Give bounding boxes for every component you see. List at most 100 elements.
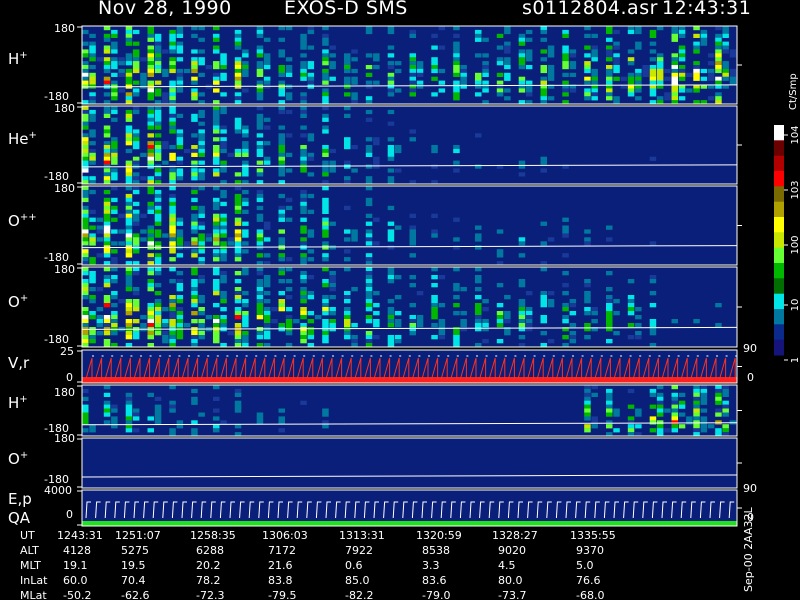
time-row-label: InLat	[20, 574, 48, 587]
panel-label-he-plus: He+	[8, 130, 37, 148]
colorbar-segment	[774, 339, 784, 356]
time-cell: -79.0	[422, 589, 451, 600]
colorbar-segment	[774, 278, 784, 295]
colorbar-tick: 104	[790, 125, 800, 144]
time-cell: 8538	[422, 544, 450, 557]
panel-label-h-plus: H+	[8, 50, 28, 68]
panel-he-plus	[77, 105, 742, 185]
colorbar-segment	[774, 171, 784, 187]
time-cell: 80.0	[498, 574, 523, 587]
colorbar-segment	[774, 140, 784, 157]
ytick: 180	[54, 22, 75, 35]
panel-label-o-plus-2: O+	[8, 450, 29, 468]
time-cell: 9020	[498, 544, 526, 557]
colorbar: Ct/Smp 104 103 100 10 1	[774, 73, 800, 363]
right-tick: 0	[747, 371, 754, 384]
panel-label-h-plus-2: H+	[8, 394, 28, 412]
colorbar-segment	[774, 324, 784, 341]
ytick: 4000	[44, 484, 72, 497]
panel-h-plus	[77, 25, 742, 105]
time-cell: 5.0	[576, 559, 594, 572]
time-cell: 1328:27	[492, 529, 538, 542]
time-cell: 70.4	[121, 574, 146, 587]
time-cell: 83.6	[422, 574, 447, 587]
time-row-label: MLT	[20, 559, 41, 572]
time-cell: 1313:31	[339, 529, 385, 542]
colorbar-tick: 1	[790, 357, 800, 363]
time-cell: -62.6	[121, 589, 150, 600]
colorbar-unit: Ct/Smp	[788, 73, 799, 110]
panel-o-plus-plus	[77, 185, 742, 266]
panel-label-ep: E,p	[8, 490, 32, 508]
time-row-label: ALT	[20, 544, 39, 557]
ytick: 0	[66, 508, 73, 521]
spectrogram-panels	[77, 25, 742, 527]
colorbar-segment	[774, 293, 784, 310]
time-cell: 3.3	[422, 559, 440, 572]
time-cell: -82.2	[345, 589, 374, 600]
spectrogram-display: Nov 28, 1990 EXOS-D SMS s0112804.asr 12:…	[0, 0, 800, 600]
time-cell: 1306:03	[262, 529, 308, 542]
time-cell: 1258:35	[190, 529, 236, 542]
time-cell: 60.0	[63, 574, 88, 587]
colorbar-segment	[774, 309, 784, 325]
ytick: 0	[66, 371, 73, 384]
processing-stamp: Sep-00 2AA32L	[742, 507, 755, 592]
ytick: 180	[54, 182, 75, 195]
panel-label-o-plus: O+	[8, 293, 29, 311]
time-cell: 7172	[268, 544, 296, 557]
time-cell: 5275	[121, 544, 149, 557]
panel-vr	[77, 349, 742, 384]
ytick: 180	[54, 263, 75, 276]
colorbar-segment	[774, 263, 784, 279]
time-cell: 83.8	[268, 574, 293, 587]
panel-label-o-plus-plus: O++	[8, 212, 37, 230]
time-cell: 9370	[576, 544, 604, 557]
time-cell: -73.7	[498, 589, 527, 600]
time-cell: 78.2	[196, 574, 221, 587]
time-cell: 19.5	[121, 559, 146, 572]
colorbar-segment	[774, 232, 784, 249]
time-cell: 76.6	[576, 574, 601, 587]
colorbar-segment	[774, 247, 784, 264]
colorbar-segment	[774, 155, 784, 172]
right-tick: 90	[743, 482, 757, 495]
colorbar-tick: 103	[790, 180, 800, 199]
time-cell: -68.0	[576, 589, 605, 600]
time-cell: 21.6	[268, 559, 293, 572]
colorbar-segment	[774, 217, 784, 233]
panel-label-qa: QA	[8, 509, 31, 527]
panel-h-plus-2	[77, 384, 742, 437]
colorbar-tick: 10	[790, 299, 800, 312]
time-cell: 85.0	[345, 574, 370, 587]
panel-o-plus-2	[77, 437, 742, 489]
time-cell: -72.3	[196, 589, 225, 600]
time-cell: 20.2	[196, 559, 221, 572]
time-cell: 1320:59	[416, 529, 462, 542]
colorbar-tick: 100	[790, 235, 800, 254]
time-row-label: UT	[20, 529, 35, 542]
ytick: 25	[60, 345, 74, 358]
ytick: 180	[54, 432, 75, 445]
time-cell: 0.6	[345, 559, 363, 572]
panel-ep-qa	[77, 489, 742, 527]
time-cell: 4.5	[498, 559, 516, 572]
time-cell: 7922	[345, 544, 373, 557]
time-cell: -50.2	[63, 589, 92, 600]
panel-o-plus	[77, 266, 742, 348]
time-cell: 19.1	[63, 559, 88, 572]
panel-label-vr: V,r	[8, 354, 30, 372]
colorbar-segment	[774, 125, 784, 141]
time-cell: 1335:55	[570, 529, 616, 542]
right-tick: 90	[743, 342, 757, 355]
time-cell: 1251:07	[115, 529, 161, 542]
time-cell: 6288	[196, 544, 224, 557]
time-cell: 1243:31	[57, 529, 103, 542]
time-cell: -79.5	[268, 589, 297, 600]
time-row-label: MLat	[20, 589, 47, 600]
time-cell: 4128	[63, 544, 91, 557]
colorbar-segment	[774, 186, 784, 203]
colorbar-segment	[774, 201, 784, 218]
ytick: 180	[54, 386, 75, 399]
ytick: 180	[54, 102, 75, 115]
